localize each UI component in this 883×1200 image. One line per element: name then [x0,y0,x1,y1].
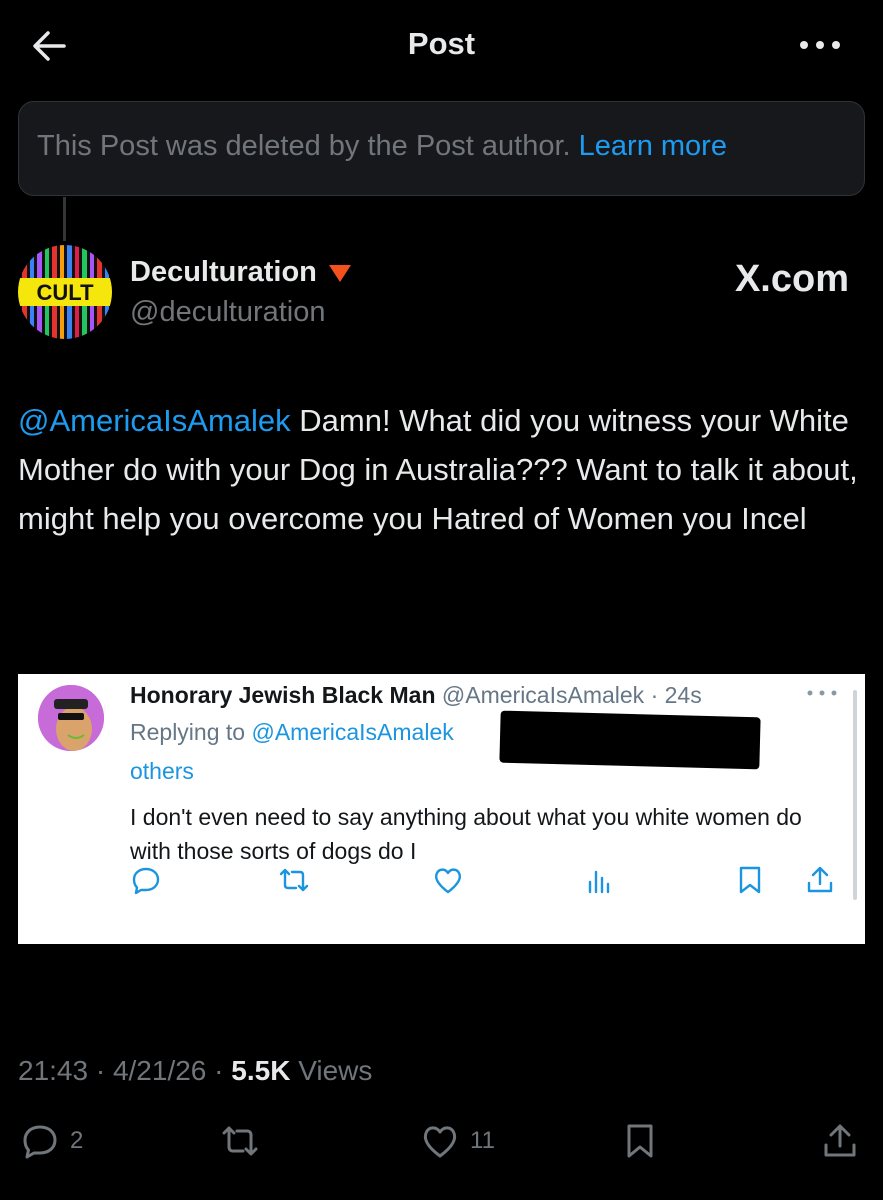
top-bar: Post [0,0,883,92]
deleted-post-notice: This Post was deleted by the Post author… [18,101,865,196]
deleted-notice-text: This Post was deleted by the Post author… [37,130,571,162]
share-button[interactable] [820,1121,860,1161]
share-icon [824,1124,856,1157]
repost-button[interactable] [220,1121,270,1161]
views-label: Views [290,1055,373,1086]
red-triangle-icon [328,264,351,282]
avatar[interactable]: CULT [18,245,112,339]
retweet-icon [279,868,309,892]
action-bar: 2 11 [0,1115,883,1175]
bookmark-icon [627,1124,653,1158]
reply-count: 2 [70,1127,84,1154]
cult-logo-avatar: CULT [18,245,112,339]
reply-icon [23,1125,57,1159]
embedded-avatar [38,685,104,751]
like-button[interactable]: 11 [420,1121,495,1161]
reply-icon [132,867,160,895]
share-icon [807,866,833,893]
tweet-text: @AmericaIsAmalek Damn! What did you witn… [18,396,868,543]
like-icon [423,1126,457,1158]
bookmark-icon [739,866,761,894]
learn-more-link[interactable]: Learn more [579,130,727,162]
embedded-replying-prefix: Replying to [130,719,252,745]
author-name-row[interactable]: Deculturation [130,256,353,289]
views-count: 5.5K [231,1055,291,1086]
page-title: Post [407,26,476,61]
redaction-mark [499,710,761,770]
post-meta: 21:43 · 4/21/26 · 5.5K Views [18,1055,372,1087]
embedded-replying-handle: @AmericaIsAmalek [251,719,454,745]
author-display-name[interactable]: Deculturation [130,256,317,289]
analytics-icon [588,870,610,894]
more-button[interactable] [795,30,845,60]
bookmark-button[interactable] [620,1121,660,1161]
cartoon-avatar-icon [38,685,104,751]
author-handle[interactable]: @deculturation [130,296,326,329]
repost-icon [222,1126,258,1156]
svg-text:CULT: CULT [36,280,94,305]
reply-button[interactable]: 2 [20,1121,83,1161]
embedded-action-bar [18,854,865,904]
like-icon [434,868,462,894]
embedded-handle-time: @AmericaIsAmalek · 24s [435,682,702,708]
embedded-display-name: Honorary Jewish Black Man [130,682,436,708]
x-com-watermark: X.com [734,258,849,300]
thread-connector-line [63,197,66,241]
mention-link[interactable]: @AmericaIsAmalek [18,403,291,438]
more-horizontal-icon [800,41,840,49]
embedded-more-icon [807,690,837,696]
post-timestamp[interactable]: 21:43 · 4/21/26 · [18,1055,231,1086]
embedded-others: others [130,758,194,784]
attached-screenshot-image[interactable]: Honorary Jewish Black Man @AmericaIsAmal… [18,674,865,944]
like-count: 11 [470,1127,495,1154]
